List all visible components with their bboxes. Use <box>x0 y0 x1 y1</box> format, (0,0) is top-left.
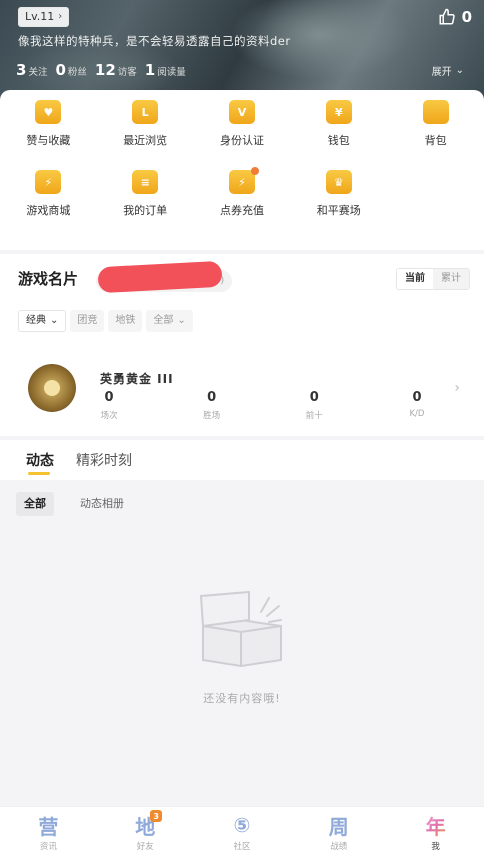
stat-reads: 1 阅读量 <box>144 61 186 79</box>
filter-all[interactable]: 全部 ⌄ <box>146 310 193 332</box>
nav-label: 好友 <box>136 842 154 852</box>
empty-message: 还没有内容哦! <box>203 692 281 705</box>
nav-item-friends[interactable]: 地 3 好友 <box>97 807 194 862</box>
wallet-icon: ¥ <box>325 100 352 124</box>
feed-section: 动态 精彩时刻 全部 动态相册 还没有内容哦! <box>0 440 484 806</box>
mode-filters: 经典 ⌄ 团竞 地铁 全部 ⌄ <box>18 310 193 332</box>
heart-icon: ♥ <box>35 100 62 124</box>
tab-highlights[interactable]: 精彩时刻 <box>76 450 132 470</box>
level-label: Lv.11 <box>25 10 55 23</box>
stat-visitors[interactable]: 12 访客 <box>95 60 137 79</box>
thumbs-up-icon <box>439 8 455 25</box>
nav-item-news[interactable]: 营资讯 <box>0 807 97 862</box>
history-icon: L <box>132 100 159 124</box>
tab-moments[interactable]: 动态 <box>26 450 54 470</box>
chevron-right-icon: › <box>454 380 460 396</box>
shortcut-backpack[interactable]: 背包 <box>387 100 484 148</box>
backpack-icon <box>422 100 449 124</box>
community-glyph: ⑤ <box>233 813 251 837</box>
order-icon: ≡ <box>132 170 159 194</box>
shop-icon: ⚡ <box>35 170 62 194</box>
shortcut-coupon[interactable]: ⚡ 点券充值 <box>194 167 291 218</box>
feed-subtabs: 全部 动态相册 <box>16 492 124 516</box>
news-icon: 营 <box>35 813 61 839</box>
nav-item-me[interactable]: 年我 <box>387 807 484 862</box>
friends-icon: 地3 <box>132 810 163 839</box>
verify-icon: V <box>228 100 255 124</box>
nav-label: 战绩 <box>330 842 348 852</box>
like-count: 0 <box>461 8 472 26</box>
community-icon: ⑤ <box>229 813 255 837</box>
filter-team[interactable]: 团竞 <box>70 310 105 332</box>
notification-dot <box>250 167 259 175</box>
nav-item-records[interactable]: 周战绩 <box>290 807 387 862</box>
feed-tabs: 动态 精彩时刻 <box>0 440 484 480</box>
me-icon: 年 <box>423 813 449 837</box>
empty-box-icon <box>199 590 282 668</box>
expand-button[interactable]: 展开 ⌄ <box>432 63 464 78</box>
rank-name: 英勇黄金 III <box>100 372 174 386</box>
shortcut-grid: ♥ 赞与收藏 L 最近浏览 V 身份认证 ¥ 钱包 背包 ⚡ 游戏商城 ≡ 我的订单 ⚡ 点券充值 ♛ 和平赛场 <box>0 100 484 218</box>
chevron-right-icon: › <box>58 11 63 22</box>
nav-item-community[interactable]: ⑤ 社区 <box>194 807 291 862</box>
shortcut-label: 游戏商城 <box>26 204 71 217</box>
filter-classic[interactable]: 经典 ⌄ <box>18 310 67 332</box>
shortcut-label: 身份认证 <box>219 134 264 147</box>
shortcut-wallet[interactable]: ¥ 钱包 <box>290 100 387 148</box>
shortcut-label: 钱包 <box>327 134 350 147</box>
subtab-album[interactable]: 动态相册 <box>80 492 124 516</box>
toggle-total[interactable]: 累计 <box>433 269 469 289</box>
bottom-nav: 营资讯地 3 好友 ⑤ 社区周战绩年我 <box>0 806 484 862</box>
coupon-icon: ⚡ <box>228 167 259 194</box>
shortcut-label: 最近浏览 <box>123 134 168 147</box>
active-tab-indicator <box>28 472 50 475</box>
rank-stat-wins: 0 胜场 <box>203 390 221 421</box>
rank-stats: 0 场次 0 胜场 0 前十 0 K/D <box>78 390 448 421</box>
shortcut-history[interactable]: L 最近浏览 <box>97 100 194 148</box>
subtab-all[interactable]: 全部 <box>16 492 54 516</box>
like-button[interactable]: 0 <box>438 8 472 26</box>
shortcut-label: 背包 <box>424 134 447 147</box>
shortcut-shop[interactable]: ⚡ 游戏商城 <box>0 170 97 218</box>
shortcut-label: 点券充值 <box>219 204 264 217</box>
shortcut-verify[interactable]: V 身份认证 <box>194 100 291 148</box>
period-toggle[interactable]: 当前 累计 <box>396 268 470 290</box>
shortcut-label: 我的订单 <box>123 204 168 217</box>
filter-metro[interactable]: 地铁 <box>108 310 143 332</box>
shortcut-heart[interactable]: ♥ 赞与收藏 <box>0 100 97 148</box>
rank-row[interactable]: 英勇黄金 III 0 场次 0 胜场 0 前十 0 K/D › <box>0 362 484 426</box>
nav-label: 社区 <box>233 842 251 852</box>
toggle-current[interactable]: 当前 <box>397 269 433 289</box>
news-glyph: 营 <box>38 814 59 839</box>
rank-stat-matches: 0 场次 <box>100 390 118 421</box>
shortcut-order[interactable]: ≡ 我的订单 <box>97 170 194 218</box>
me-glyph: 年 <box>425 814 446 839</box>
nav-label: 我 <box>431 842 440 852</box>
records-glyph: 周 <box>328 814 349 839</box>
rank-emblem-icon <box>28 364 76 412</box>
shortcut-label: 和平赛场 <box>316 204 361 217</box>
nav-label: 资讯 <box>39 842 57 852</box>
chevron-down-icon: ⌄ <box>455 65 464 76</box>
signature-text: 像我这样的特种兵，是不会轻易透露自己的资料der <box>18 34 291 48</box>
chevron-down-icon: ⌄ <box>177 315 186 326</box>
profile-stats: 3 关注 0 粉丝 12 访客 1 阅读量 <box>16 60 186 79</box>
empty-state: 还没有内容哦! <box>0 590 484 706</box>
records-icon: 周 <box>326 813 352 839</box>
trophy-icon: ♛ <box>325 170 352 194</box>
profile-header: Lv.11 › 0 像我这样的特种兵，是不会轻易透露自己的资料der 3 关注 0… <box>0 0 484 100</box>
shortcut-trophy[interactable]: ♛ 和平赛场 <box>290 170 387 218</box>
rank-stat-top10: 0 前十 <box>305 390 323 421</box>
namecard-title: 游戏名片 <box>18 270 79 288</box>
shortcut-card: ♥ 赞与收藏 L 最近浏览 V 身份认证 ¥ 钱包 背包 ⚡ 游戏商城 ≡ 我的订单 ⚡ 点券充值 ♛ 和平赛场 <box>0 90 484 250</box>
shortcut-label: 赞与收藏 <box>26 134 71 147</box>
nav-badge: 3 <box>150 810 163 822</box>
stat-following[interactable]: 3 关注 <box>16 60 47 79</box>
stat-fans[interactable]: 0 粉丝 <box>55 60 86 79</box>
rank-stat-kd: 0 K/D <box>409 390 425 419</box>
game-namecard: 游戏名片 0) 当前 累计 经典⌄ 团竞 地铁 全部⌄ 英勇黄金 III 0场次… <box>0 254 484 436</box>
chevron-down-icon: ⌄ <box>50 315 59 326</box>
level-badge[interactable]: Lv.11 › <box>18 7 70 27</box>
